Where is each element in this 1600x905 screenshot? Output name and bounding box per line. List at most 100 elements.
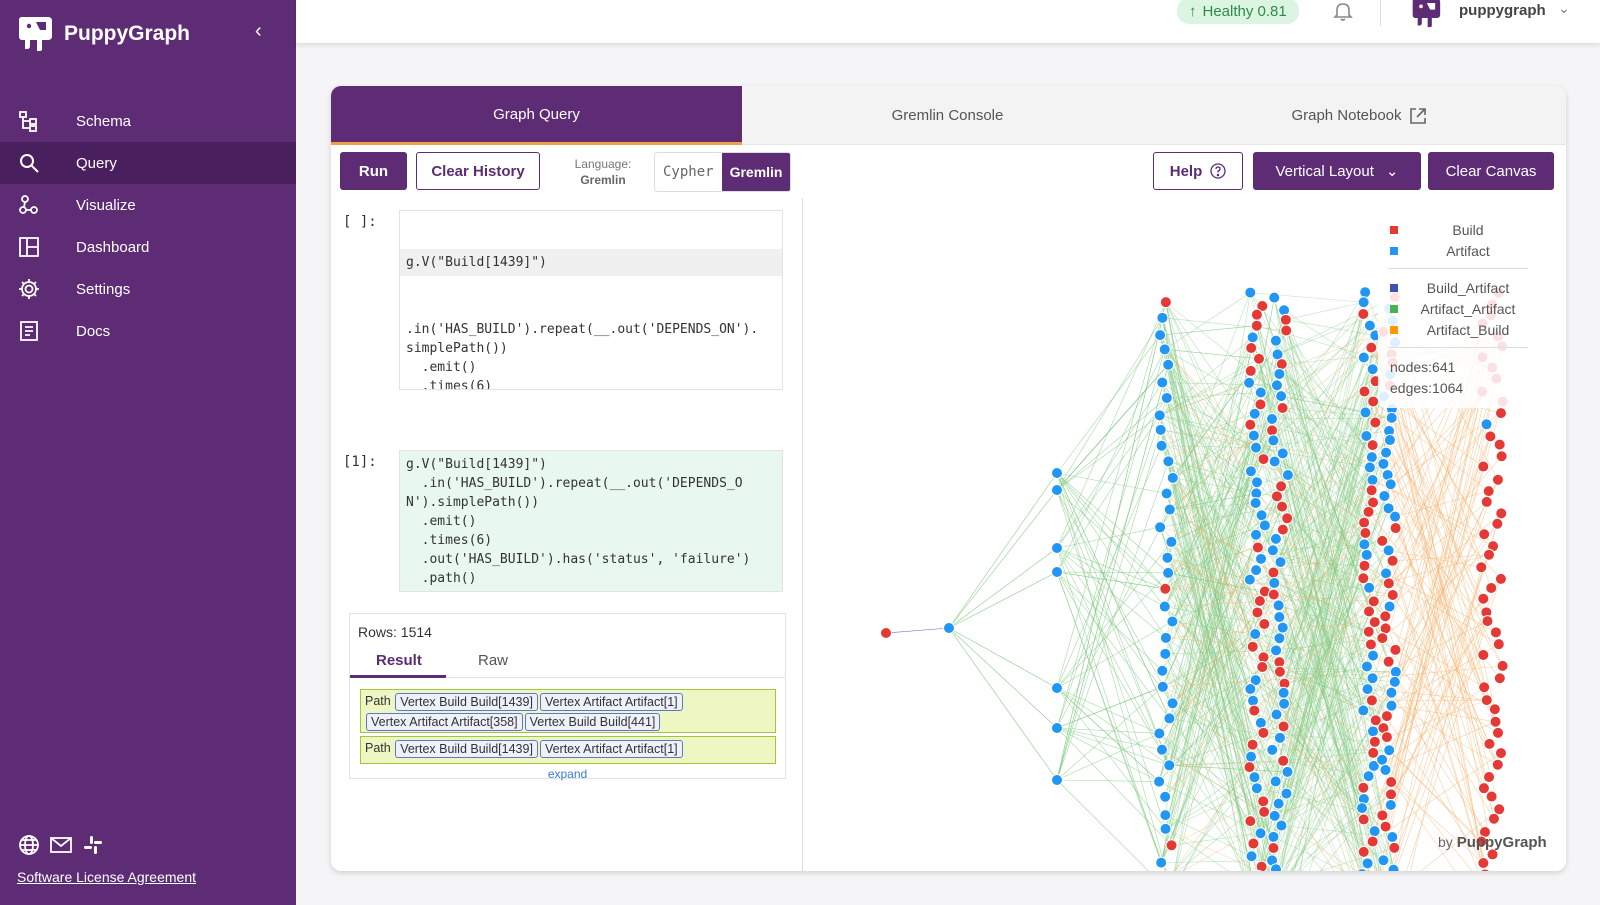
graph-node[interactable] [1250,476,1263,489]
graph-node[interactable] [1153,775,1166,788]
graph-node[interactable] [1485,790,1498,803]
graph-node[interactable] [1244,364,1257,377]
graph-node[interactable] [1357,296,1370,309]
graph-node[interactable] [1379,610,1392,623]
graph-node[interactable] [1367,595,1380,608]
user-name[interactable]: puppygraph [1459,2,1546,19]
graph-node[interactable] [1250,528,1263,541]
graph-node[interactable] [1159,631,1172,644]
brand[interactable]: PuppyGraph [16,14,190,54]
graph-node[interactable] [1366,835,1379,848]
graph-node[interactable] [1269,863,1282,871]
graph-node[interactable] [1243,376,1256,389]
graph-node[interactable] [1153,409,1166,422]
graph-node[interactable] [1356,802,1369,815]
graph-node[interactable] [1382,655,1395,668]
graph-node[interactable] [1251,606,1264,619]
graph-node[interactable] [1159,296,1172,309]
graph-node[interactable] [1357,845,1370,858]
graph-node[interactable] [1385,776,1398,789]
sidebar-item-settings[interactable]: Settings [0,268,296,310]
graph-node[interactable] [1376,753,1389,766]
graph-node[interactable] [1156,311,1169,324]
graph-node[interactable] [1159,647,1172,660]
graph-node[interactable] [1154,423,1167,436]
graph-node[interactable] [1365,341,1378,354]
graph-node[interactable] [1363,605,1376,618]
graph-node[interactable] [1482,485,1495,498]
graph-node[interactable] [1268,576,1281,589]
result-path[interactable]: Path Vertex Build Build[1439] Vertex Arti… [360,736,776,764]
graph-node[interactable] [1267,830,1280,843]
graph-node[interactable] [1389,643,1402,656]
graph-node[interactable] [1380,446,1393,459]
graph-node[interactable] [1268,291,1281,304]
graph-node[interactable] [1272,599,1285,612]
vertex-chip[interactable]: Vertex Build Build[1439] [395,740,538,758]
graph-node[interactable] [1357,781,1370,794]
graph-node[interactable] [1388,841,1401,854]
tab-graph-query[interactable]: Graph Query [331,86,742,145]
graph-node[interactable] [1256,661,1269,674]
graph-node[interactable] [1266,412,1279,425]
graph-node[interactable] [1378,489,1391,502]
graph-node[interactable] [1357,704,1370,717]
graph-node[interactable] [1154,329,1167,342]
graph-node[interactable] [1362,770,1375,783]
graph-node[interactable] [1488,703,1501,716]
graph-node[interactable] [1255,509,1268,522]
run-button[interactable]: Run [340,152,407,190]
graph-node[interactable] [1269,775,1282,788]
graph-node[interactable] [1266,424,1279,437]
graph-node[interactable] [1280,324,1293,337]
graph-node[interactable] [1276,401,1289,414]
graph-node[interactable] [1159,822,1172,835]
graph-node[interactable] [1357,351,1370,364]
graph-node[interactable] [1243,761,1256,774]
result-path[interactable]: Path Vertex Build Build[1439] Vertex Arti… [360,689,776,733]
mail-icon[interactable] [50,834,72,856]
graph-node[interactable] [1246,738,1259,751]
graph-node[interactable] [1254,716,1267,729]
graph-node[interactable] [1363,319,1376,332]
graph-node[interactable] [1491,758,1504,771]
graph-node[interactable] [1270,490,1283,503]
graph-node[interactable] [1269,532,1282,545]
graph-canvas[interactable]: Build Artifact Build_Artifact Artifact_A… [804,198,1566,871]
graph-node[interactable] [1266,743,1279,756]
graph-node[interactable] [1163,712,1176,725]
graph-node[interactable] [1244,418,1257,431]
graph-node[interactable] [1166,615,1179,628]
graph-node[interactable] [1156,743,1169,756]
graph-node[interactable] [1247,429,1260,442]
graph-node[interactable] [1380,731,1393,744]
graph-node[interactable] [1275,390,1288,403]
graph-node[interactable] [1359,526,1372,539]
graph-node[interactable] [1267,566,1280,579]
help-button[interactable]: Help [1153,152,1243,190]
graph-node[interactable] [1245,341,1258,354]
graph-node[interactable] [1166,471,1179,484]
graph-node[interactable] [1244,815,1257,828]
graph-node[interactable] [1244,465,1257,478]
expand-link[interactable]: expand [350,767,785,781]
vertex-chip[interactable]: Vertex Artifact Artifact[1] [539,740,683,758]
clear-canvas-button[interactable]: Clear Canvas [1428,152,1554,190]
graph-node[interactable] [1477,592,1490,605]
graph-node[interactable] [1483,548,1496,561]
graph-node[interactable] [1051,774,1063,786]
graph-node[interactable] [1383,434,1396,447]
graph-node[interactable] [1365,694,1378,707]
sidebar-item-query[interactable]: Query [0,142,296,184]
graph-node[interactable] [1382,544,1395,557]
sidebar-item-docs[interactable]: Docs [0,310,296,352]
graph-node[interactable] [1363,581,1376,594]
graph-node[interactable] [1255,860,1268,871]
graph-node[interactable] [1273,611,1286,624]
layout-select[interactable]: Vertical Layout ⌄ [1253,152,1421,190]
graph-node[interactable] [1270,708,1283,721]
graph-node[interactable] [1051,682,1063,694]
graph-node[interactable] [1155,439,1168,452]
graph-node[interactable] [1483,737,1496,750]
vertex-chip[interactable]: Vertex Build Build[1439] [395,693,538,711]
